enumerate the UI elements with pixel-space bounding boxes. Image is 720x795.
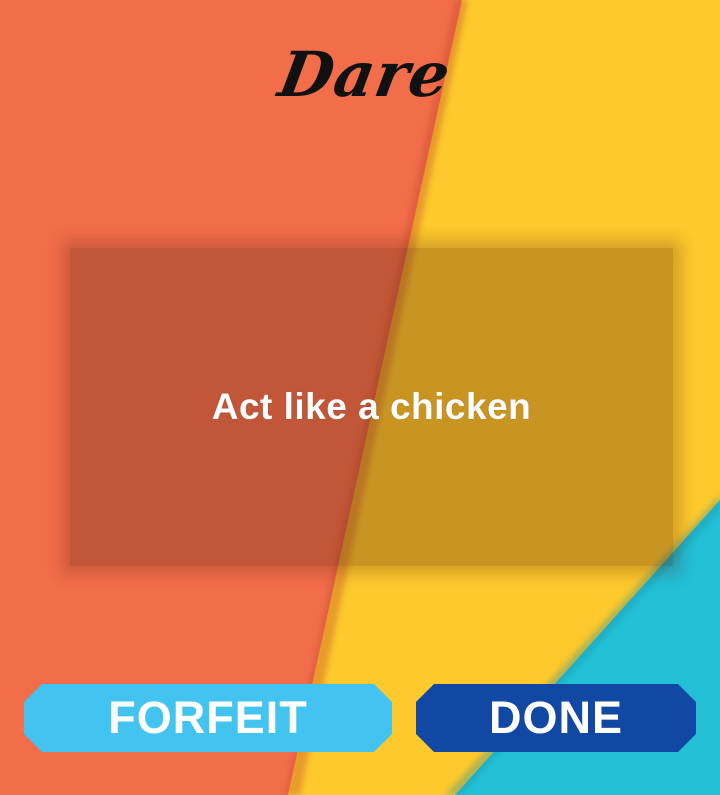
dare-card: Act like a chicken: [70, 248, 673, 566]
page-title: Dare: [273, 38, 457, 111]
dare-text: Act like a chicken: [211, 386, 532, 427]
done-button[interactable]: DONE: [416, 684, 696, 752]
forfeit-button[interactable]: FORFEIT: [24, 684, 392, 752]
